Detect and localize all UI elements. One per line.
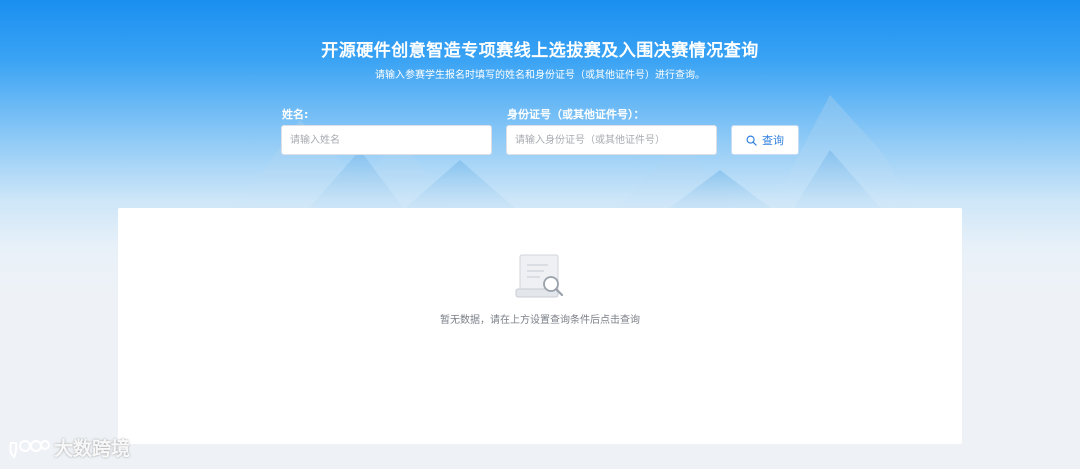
dashukuajing-logo (9, 439, 50, 459)
page-title: 开源硬件创意智造专项赛线上选拔赛及入围决赛情况查询 (321, 41, 759, 61)
result-panel: 暂无数据，请在上方设置查询条件后点击查询 (118, 208, 962, 444)
page: 开源硬件创意智造专项赛线上选拔赛及入围决赛情况查询 请输入参赛学生报名时填写的姓… (0, 0, 1080, 469)
watermark-text: 大数跨境 (54, 438, 131, 460)
watermark: 大数跨境 (8, 434, 130, 461)
name-label: 姓名: (282, 108, 309, 121)
search-button-label: 查询 (762, 134, 784, 147)
search-button[interactable]: 查询 (731, 125, 799, 155)
id-label: 身份证号（或其他证件号）： (507, 108, 645, 121)
search-icon (746, 135, 757, 146)
name-input[interactable] (281, 125, 492, 155)
id-number-input[interactable] (506, 125, 717, 155)
empty-state-message: 暂无数据，请在上方设置查询条件后点击查询 (440, 315, 640, 326)
no-data-document-icon (515, 254, 564, 298)
page-subtitle: 请输入参赛学生报名时填写的姓名和身份证号（或其他证件号）进行查询。 (375, 70, 705, 81)
